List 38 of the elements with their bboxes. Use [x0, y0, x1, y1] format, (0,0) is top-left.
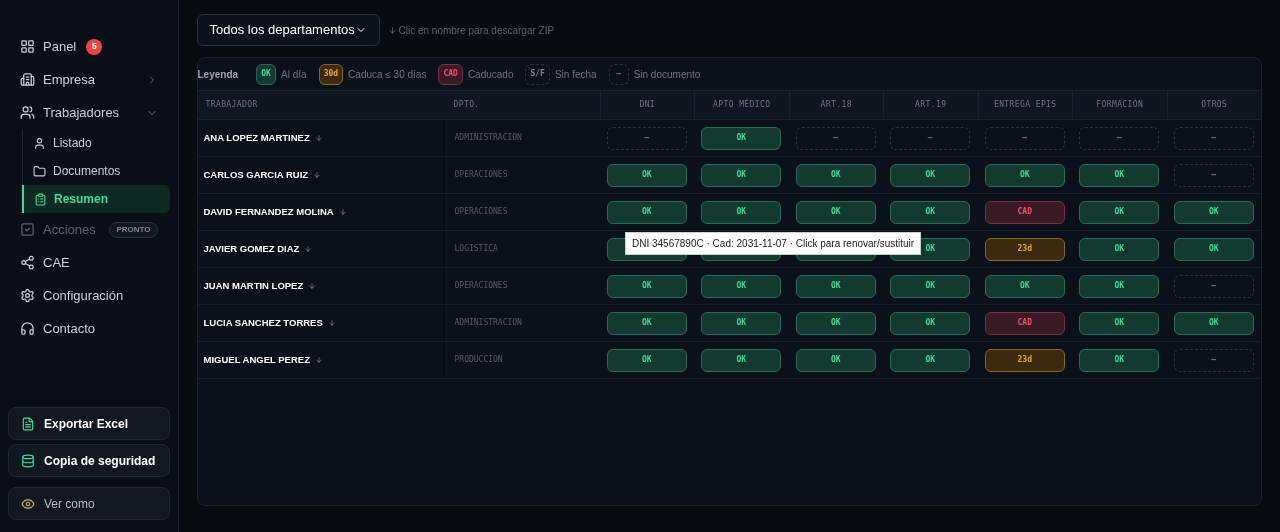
department-cell: PRODUCCION	[454, 354, 503, 366]
column-header: TRABAJADOR	[205, 99, 258, 111]
department-cell: ADMINISTRACION	[454, 132, 522, 144]
department-cell: ADMINISTRACION	[454, 317, 522, 329]
nav-label: Empresa	[43, 70, 96, 89]
department-cell: LOGISTICA	[454, 243, 498, 255]
column-header: ENTREGA EPIS	[993, 99, 1057, 111]
column-header: APTO MÉDICO	[713, 99, 771, 111]
column-header: DPTO.	[453, 99, 480, 111]
department-cell: OPERACIONES	[454, 206, 508, 218]
column-header: DNI	[639, 99, 656, 111]
legend-label: Caduca ≤ 30 días	[348, 67, 427, 82]
hint-text: Clic en nombre para descargar ZIP	[398, 23, 555, 38]
status-chip: CAD	[438, 63, 463, 85]
tooltip: DNI 34567890C · Cad: 2031-11-07 · Click para renovar/sustituir	[625, 232, 922, 255]
legend-label: Caducado	[467, 67, 514, 82]
column-header: ART.19	[915, 99, 947, 111]
count-badge: 5	[86, 38, 103, 55]
legend-label: Sin documento	[633, 67, 701, 82]
status-chip: 30d	[318, 63, 344, 85]
nav-label: CAE	[43, 253, 70, 272]
nav-label: Contacto	[43, 319, 96, 338]
department-cell: OPERACIONES	[454, 169, 508, 181]
legend-title: Leyenda	[197, 67, 239, 82]
column-header: ART.18	[820, 99, 852, 111]
column-header: FORMACIÓN	[1096, 99, 1144, 111]
status-chip: S/F	[525, 63, 550, 85]
nav-label: Configuración	[43, 286, 124, 305]
department-cell: OPERACIONES	[454, 280, 508, 292]
column-header: OTROS	[1201, 99, 1228, 111]
status-chip: OK	[256, 63, 277, 85]
nav-label: Panel	[43, 37, 77, 56]
legend-label: Sin fecha	[554, 67, 597, 82]
soon-badge: PRONTO	[109, 221, 158, 238]
nav-label: Acciones	[43, 220, 96, 239]
status-chip: –	[608, 63, 629, 85]
nav-label: Trabajadores	[43, 103, 120, 122]
legend-label: Al día	[281, 67, 307, 82]
